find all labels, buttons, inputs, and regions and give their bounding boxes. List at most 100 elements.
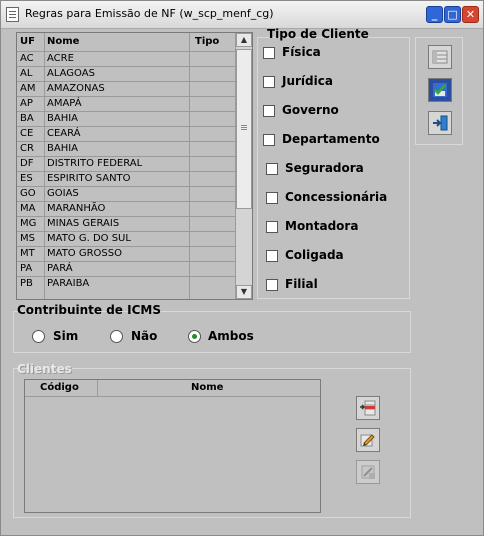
uf-cell: AC <box>20 53 34 64</box>
nome-cell: PARAIBA <box>47 278 90 289</box>
check-save-icon[interactable] <box>428 78 452 102</box>
tipo-label-0: Física <box>282 45 321 59</box>
uf-cell: MS <box>20 233 35 244</box>
list-grid-icon[interactable] <box>428 45 452 69</box>
uf-cell: BA <box>20 113 34 124</box>
uf-cell: CE <box>20 128 34 139</box>
column-nome[interactable]: Nome <box>191 382 223 393</box>
uf-table[interactable]: UF Nome Tipo AC ACRE AL ALAGOAS AM AMAZONAS AP… <box>16 32 253 300</box>
column-divider <box>44 33 45 299</box>
tipo-label-8: Filial <box>285 277 318 291</box>
tipo-label-4: Seguradora <box>285 161 364 175</box>
table-row[interactable]: AM AMAZONAS <box>17 81 236 96</box>
uf-cell: AP <box>20 98 33 109</box>
nome-cell: MARANHÃO <box>47 203 106 214</box>
table-row[interactable]: AL ALAGOAS <box>17 66 236 81</box>
uf-cell: MG <box>20 218 37 229</box>
tipo-cliente-title: Tipo de Cliente <box>267 27 369 41</box>
uf-cell: AM <box>20 83 36 94</box>
scroll-down-icon[interactable]: ▼ <box>236 285 252 299</box>
tipo-checkbox-2[interactable] <box>263 105 275 117</box>
tipo-checkbox-1[interactable] <box>263 76 275 88</box>
window-title: Regras para Emissão de NF (w_scp_menf_cg… <box>25 7 274 20</box>
uf-cell: DF <box>20 158 34 169</box>
clientes-table[interactable]: Código Nome <box>24 379 321 513</box>
exit-door-icon[interactable] <box>428 111 452 135</box>
column-uf[interactable]: UF <box>20 36 35 47</box>
uf-scrollbar[interactable]: ▲ ▼ <box>236 33 252 299</box>
tipo-checkbox-3[interactable] <box>263 134 275 146</box>
nome-cell: AMAPÁ <box>47 98 82 109</box>
maximize-button[interactable]: □ <box>444 6 461 23</box>
nome-cell: GOIAS <box>47 188 79 199</box>
nome-cell: CEARÁ <box>47 128 81 139</box>
scroll-up-icon[interactable]: ▲ <box>236 33 252 47</box>
column-nome[interactable]: Nome <box>47 36 79 47</box>
icms-radio-nao[interactable] <box>110 330 123 343</box>
icms-radio-ambos[interactable] <box>188 330 201 343</box>
tipo-label-5: Concessionária <box>285 190 388 204</box>
tipo-checkbox-6[interactable] <box>266 221 278 233</box>
document-icon <box>6 7 19 22</box>
table-row[interactable]: PB PARAIBA <box>17 276 236 291</box>
table-row[interactable]: AC ACRE <box>17 51 236 66</box>
tipo-label-1: Jurídica <box>282 74 333 88</box>
column-tipo[interactable]: Tipo <box>195 36 219 47</box>
minimize-button[interactable]: _ <box>426 6 443 23</box>
table-row[interactable]: BA BAHIA <box>17 111 236 126</box>
icms-label-nao: Não <box>131 329 158 343</box>
uf-cell: PB <box>20 278 33 289</box>
table-row[interactable]: AP AMAPÁ <box>17 96 236 111</box>
nome-cell: DISTRITO FEDERAL <box>47 158 143 169</box>
icms-title: Contribuinte de ICMS <box>17 303 161 317</box>
close-button[interactable]: ✕ <box>462 6 479 23</box>
tipo-checkbox-5[interactable] <box>266 192 278 204</box>
tipo-checkbox-8[interactable] <box>266 279 278 291</box>
column-divider <box>189 33 190 299</box>
nome-cell: ACRE <box>47 53 74 64</box>
column-codigo[interactable]: Código <box>40 382 79 393</box>
table-row[interactable]: CR BAHIA <box>17 141 236 156</box>
tipo-label-7: Coligada <box>285 248 344 262</box>
insert-row-icon[interactable] <box>356 396 380 420</box>
nome-cell: ALAGOAS <box>47 68 95 79</box>
icms-radio-sim[interactable] <box>32 330 45 343</box>
column-divider <box>97 380 98 397</box>
tipo-checkbox-0[interactable] <box>263 47 275 59</box>
delete-disabled-icon[interactable] <box>356 460 380 484</box>
table-row[interactable]: GO GOIAS <box>17 186 236 201</box>
uf-table-header: UF Nome Tipo <box>17 33 236 51</box>
table-row[interactable]: MT MATO GROSSO <box>17 246 236 261</box>
nome-cell: ESPIRITO SANTO <box>47 173 131 184</box>
nome-cell: MINAS GERAIS <box>47 218 120 229</box>
tipo-label-6: Montadora <box>285 219 359 233</box>
uf-cell: AL <box>20 68 33 79</box>
nome-cell: BAHIA <box>47 113 79 124</box>
icms-label-ambos: Ambos <box>208 329 254 343</box>
edit-pencil-icon[interactable] <box>356 428 380 452</box>
tipo-checkbox-4[interactable] <box>266 163 278 175</box>
scroll-thumb[interactable] <box>236 49 252 209</box>
table-row[interactable]: MG MINAS GERAIS <box>17 216 236 231</box>
uf-cell: ES <box>20 173 33 184</box>
main-window: Regras para Emissão de NF (w_scp_menf_cg… <box>0 0 484 536</box>
table-row[interactable]: PA PARÁ <box>17 261 236 276</box>
nome-cell: MATO GROSSO <box>47 248 122 259</box>
table-row[interactable]: MS MATO G. DO SUL <box>17 231 236 246</box>
tipo-label-3: Departamento <box>282 132 380 146</box>
uf-cell: MA <box>20 203 36 214</box>
table-row[interactable]: DF DISTRITO FEDERAL <box>17 156 236 171</box>
uf-cell: GO <box>20 188 36 199</box>
title-bar[interactable]: Regras para Emissão de NF (w_scp_menf_cg… <box>1 1 483 29</box>
table-row[interactable]: CE CEARÁ <box>17 126 236 141</box>
uf-cell: PA <box>20 263 33 274</box>
tipo-label-2: Governo <box>282 103 339 117</box>
uf-cell: CR <box>20 143 34 154</box>
clientes-title: Clientes <box>17 362 72 376</box>
nome-cell: PARÁ <box>47 263 73 274</box>
tipo-checkbox-7[interactable] <box>266 250 278 262</box>
table-row[interactable]: MA MARANHÃO <box>17 201 236 216</box>
nome-cell: MATO G. DO SUL <box>47 233 131 244</box>
clientes-table-header: Código Nome <box>25 380 320 397</box>
table-row[interactable]: ES ESPIRITO SANTO <box>17 171 236 186</box>
